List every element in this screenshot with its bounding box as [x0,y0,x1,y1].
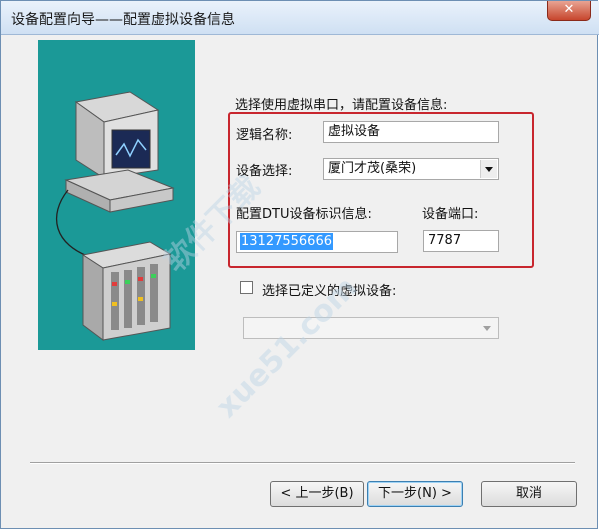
close-icon: ✕ [563,2,575,17]
defined-device-label: 选择已定义的虚拟设备: [262,284,397,299]
title-bar: 设备配置向导——配置虚拟设备信息 ✕ [1,1,599,35]
separator-line [30,462,575,464]
defined-device-combo[interactable] [243,317,499,339]
intro-text: 选择使用虚拟串口，请配置设备信息: [235,98,448,113]
highlight-box [228,112,534,268]
cancel-button[interactable]: 取消 [481,481,577,507]
next-button[interactable]: 下一步(N) > [367,481,463,507]
window-title: 设备配置向导——配置虚拟设备信息 [11,12,235,28]
computer-and-device-illustration [38,40,195,350]
defined-device-checkbox[interactable] [240,281,253,294]
chevron-down-icon [479,320,496,336]
illustration-svg [55,91,175,341]
back-button[interactable]: < 上一步(B) [270,481,364,507]
close-button[interactable]: ✕ [547,1,591,21]
